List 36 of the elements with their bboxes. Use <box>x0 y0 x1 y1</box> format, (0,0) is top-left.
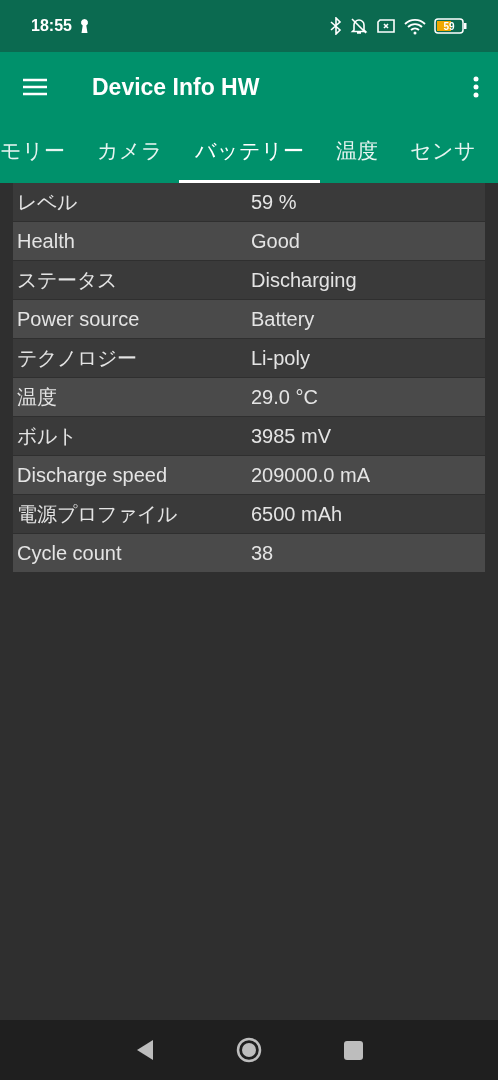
row-label: ボルト <box>17 423 78 449</box>
sim-off-icon <box>376 17 396 35</box>
menu-icon[interactable] <box>22 77 48 97</box>
app-title: Device Info HW <box>92 73 260 101</box>
row-value: 209000.0 mA <box>251 463 371 487</box>
row-value: Li-poly <box>251 346 311 370</box>
tab[interactable]: 温度 <box>320 122 394 183</box>
recents-icon[interactable] <box>343 1040 363 1060</box>
row-label: ステータス <box>17 267 118 293</box>
wifi-icon <box>404 17 426 35</box>
status-time: 18:55 <box>31 17 72 35</box>
row-value: 38 <box>251 541 275 565</box>
row-value: 6500 mAh <box>251 502 344 526</box>
row-value: Battery <box>251 307 316 331</box>
row-label: Power source <box>17 307 141 331</box>
row-value: Discharging <box>251 268 358 292</box>
home-icon[interactable] <box>235 1037 262 1063</box>
tab[interactable]: センサ <box>394 122 492 183</box>
row-label: 電源プロファイル <box>17 501 178 527</box>
tab[interactable]: モリー <box>0 122 81 183</box>
row-label: Discharge speed <box>17 463 169 487</box>
row-value: 59 % <box>251 190 298 214</box>
muted-bell-icon <box>350 17 368 35</box>
back-icon[interactable] <box>135 1039 154 1061</box>
row-label: レベル <box>17 189 78 215</box>
row-label: 温度 <box>17 384 58 410</box>
more-options-icon[interactable] <box>472 76 480 98</box>
row-label: Cycle count <box>17 541 123 565</box>
row-label: テクノロジー <box>17 345 138 371</box>
keyhole-icon <box>79 19 89 33</box>
bluetooth-icon <box>330 17 342 35</box>
row-value: 29.0 °C <box>251 385 319 409</box>
tab[interactable]: カメラ <box>81 122 179 183</box>
row-value: Good <box>251 229 301 253</box>
row-label: Health <box>17 229 76 253</box>
row-value: 3985 mV <box>251 424 333 448</box>
